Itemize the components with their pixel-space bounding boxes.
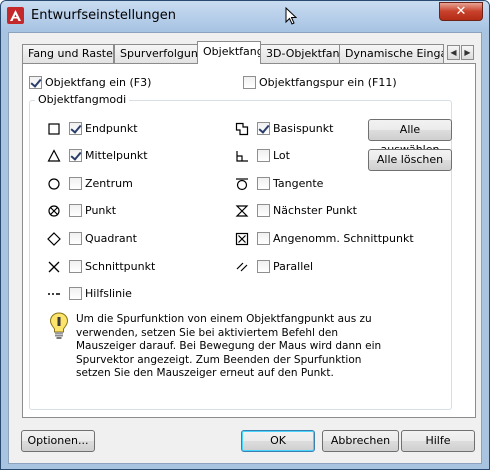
tab-scroll-right-icon[interactable]: ▶ <box>461 45 474 60</box>
punkt-checkbox[interactable] <box>69 204 82 217</box>
tab-3d-objektfang[interactable]: 3D-Objektfang <box>260 44 340 63</box>
parallel-checkbox[interactable] <box>257 260 270 273</box>
naechster-punkt-checkbox[interactable] <box>257 204 270 217</box>
tangente-label: Tangente <box>273 177 324 190</box>
endpunkt-checkbox[interactable] <box>69 122 82 135</box>
tracking-on-label: Objektfangspur ein (F11) <box>259 76 397 89</box>
punkt-label: Punkt <box>85 204 117 217</box>
title-bar[interactable]: Entwurfseinstellungen ✕ <box>1 1 489 31</box>
tab-spurverfolgung[interactable]: Spurverfolgung <box>114 44 198 63</box>
mittelpunkt-checkbox[interactable] <box>69 149 82 162</box>
lot-label: Lot <box>273 149 290 162</box>
hint-text: Um die Spurfunktion von einem Objektfang… <box>76 313 382 379</box>
zentrum-checkbox[interactable] <box>69 177 82 190</box>
insertion-icon <box>235 122 249 136</box>
tangent-icon <box>236 178 248 191</box>
naechster-punkt-label: Nächster Punkt <box>273 204 357 217</box>
ok-button[interactable]: OK <box>241 430 315 452</box>
close-button[interactable]: ✕ <box>439 2 483 21</box>
dialog-client: Fang und Raster Spurverfolgung Objektfan… <box>8 32 482 464</box>
nearest-icon <box>235 205 249 217</box>
help-button[interactable]: Hilfe <box>401 430 475 452</box>
endpunkt-label: Endpunkt <box>85 122 138 135</box>
tab-strip: Fang und Raster Spurverfolgung Objektfan… <box>22 41 476 64</box>
angenommener-schnittpunkt-label: Angenomm. Schnittpunkt <box>273 232 414 245</box>
angenommener-schnittpunkt-checkbox[interactable] <box>257 232 270 245</box>
quadrant-checkbox[interactable] <box>69 232 82 245</box>
tangente-checkbox[interactable] <box>257 177 270 190</box>
zentrum-label: Zentrum <box>85 177 133 190</box>
schnittpunkt-label: Schnittpunkt <box>85 260 156 273</box>
extension-icon <box>48 293 60 295</box>
schnittpunkt-checkbox[interactable] <box>69 260 82 273</box>
basispunkt-label: Basispunkt <box>273 122 334 135</box>
group-title: Objektfangmodi <box>35 93 130 106</box>
snap-on-label: Objektfang ein (F3) <box>45 76 152 89</box>
parallel-icon <box>236 262 248 272</box>
tab-objektfang[interactable]: Objektfang <box>197 41 261 64</box>
diamond-icon <box>47 232 61 246</box>
window-title: Entwurfseinstellungen <box>31 8 177 23</box>
hilfslinie-label: Hilfslinie <box>85 287 132 300</box>
clear-all-button[interactable]: Alle löschen <box>368 149 452 171</box>
x-icon <box>48 261 60 273</box>
apparent-intersection-icon <box>235 232 249 246</box>
objektfang-panel: Objektfang ein (F3) Objektfangspur ein (… <box>22 63 476 418</box>
tracking-on-checkbox[interactable] <box>243 76 256 89</box>
tab-scroll-left-icon[interactable]: ◀ <box>447 45 460 60</box>
cancel-button[interactable]: Abbrechen <box>322 430 399 452</box>
square-icon <box>48 123 60 135</box>
hilfslinie-checkbox[interactable] <box>69 287 82 300</box>
dialog-window: Entwurfseinstellungen ✕ Fang und Raster … <box>0 0 490 470</box>
perpendicular-icon <box>236 151 248 162</box>
triangle-icon <box>47 149 61 162</box>
node-icon <box>48 205 60 217</box>
lightbulb-icon <box>49 312 69 339</box>
snap-on-checkbox[interactable] <box>29 76 42 89</box>
lot-checkbox[interactable] <box>257 149 270 162</box>
autocad-app-icon[interactable] <box>7 7 24 24</box>
options-button[interactable]: Optionen... <box>21 430 95 452</box>
select-all-button[interactable]: Alle auswählen <box>368 119 452 156</box>
circle-icon <box>48 178 60 190</box>
parallel-label: Parallel <box>273 260 314 273</box>
quadrant-label: Quadrant <box>85 232 137 245</box>
basispunkt-checkbox[interactable] <box>257 122 270 135</box>
mittelpunkt-label: Mittelpunkt <box>85 149 148 162</box>
tab-dynamische-eingabe[interactable]: Dynamische Eingabe <box>339 44 444 63</box>
tab-fang-und-raster[interactable]: Fang und Raster <box>22 44 114 63</box>
mouse-cursor-icon <box>285 7 297 25</box>
